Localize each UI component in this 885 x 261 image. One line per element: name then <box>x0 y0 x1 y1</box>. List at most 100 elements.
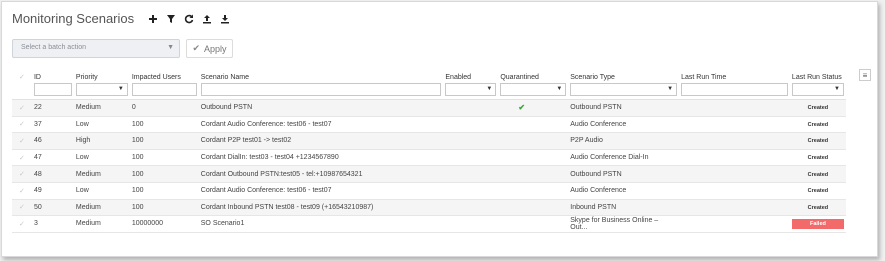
table-row[interactable]: ✓ 48 Medium 100 Cordant Outbound PSTN:test05… <box>12 165 846 183</box>
cell-status: Created <box>789 182 846 200</box>
status-badge: Created <box>807 188 829 195</box>
cell-id: 50 <box>31 199 74 217</box>
cell-quarantined <box>498 165 569 183</box>
col-enabled[interactable]: Enabled <box>443 68 498 81</box>
col-quarantined[interactable]: Quarantined <box>498 68 568 81</box>
batch-action-row: Select a batch action ▼ ✔ Apply <box>12 39 233 58</box>
cell-name: Cordant DialIn: test03 - test04 +1234567… <box>198 149 444 167</box>
cell-quarantined <box>498 132 569 150</box>
cell-users: 100 <box>129 165 199 183</box>
col-impacted-users[interactable]: Impacted Users <box>130 68 199 81</box>
status-badge: Created <box>807 204 829 211</box>
apply-label: Apply <box>204 43 227 54</box>
cell-users: 100 <box>129 199 199 217</box>
cell-id: 46 <box>31 132 74 150</box>
filter-scenario-type-select[interactable]: ▼ <box>570 83 678 96</box>
cell-id: 47 <box>31 149 74 167</box>
cell-status: Created <box>789 132 846 150</box>
table-row[interactable]: ✓ 22 Medium 0 Outbound PSTN ✔ Outbound PSTN Cre… <box>12 99 846 117</box>
scenarios-table: ✓ ID Priority Impacted Users Scenario Na… <box>12 68 846 233</box>
col-priority[interactable]: Priority <box>74 68 130 81</box>
filter-impacted-users-input[interactable] <box>131 83 197 96</box>
apply-button[interactable]: ✔ Apply <box>186 39 233 58</box>
cell-name: Cordant Audio Conference: test06 - test0… <box>198 182 444 200</box>
chevron-down-icon: ▼ <box>834 86 840 92</box>
add-icon[interactable] <box>146 12 160 26</box>
cell-last-run <box>679 132 790 150</box>
row-select-checkbox[interactable]: ✓ <box>12 99 32 117</box>
table-row[interactable]: ✓ 49 Low 100 Cordant Audio Conference: test0… <box>12 182 846 200</box>
chevron-down-icon: ▼ <box>167 44 174 51</box>
batch-action-select[interactable]: Select a batch action ▼ <box>12 39 180 58</box>
row-select-checkbox[interactable]: ✓ <box>12 116 32 134</box>
title-bar: Monitoring Scenarios <box>12 11 236 26</box>
filter-quarantined-select[interactable]: ▼ <box>500 83 567 96</box>
table-row[interactable]: ✓ 47 Low 100 Cordant DialIn: test03 - test04… <box>12 149 846 167</box>
cell-last-run <box>679 199 790 217</box>
cell-priority: Low <box>73 182 130 200</box>
filter-scenario-name-input[interactable] <box>200 83 442 96</box>
cell-status: Created <box>789 99 846 117</box>
table-body: ✓ 22 Medium 0 Outbound PSTN ✔ Outbound PSTN Cre… <box>12 99 846 233</box>
cell-id: 49 <box>31 182 74 200</box>
cell-status: Created <box>789 165 846 183</box>
batch-action-placeholder: Select a batch action <box>21 44 86 51</box>
status-badge: Created <box>807 121 829 128</box>
cell-name: Outbound PSTN <box>198 99 444 117</box>
col-id[interactable]: ID <box>32 68 74 81</box>
upload-icon[interactable] <box>200 12 214 26</box>
table-row[interactable]: ✓ 50 Medium 100 Cordant Inbound PSTN test08 … <box>12 199 846 217</box>
cell-enabled <box>443 165 499 183</box>
cell-type: Audio Conference <box>568 116 680 134</box>
row-select-checkbox[interactable]: ✓ <box>12 199 32 217</box>
filter-id-input[interactable] <box>33 83 72 96</box>
cell-id: 3 <box>31 215 74 233</box>
table-row[interactable]: ✓ 37 Low 100 Cordant Audio Conference: test0… <box>12 116 846 134</box>
filter-priority-select[interactable]: ▼ <box>75 83 128 96</box>
chevron-down-icon: ▼ <box>667 86 674 92</box>
filter-last-run-status-select[interactable]: ▼ <box>791 83 844 96</box>
cell-name: SO Scenario1 <box>198 215 444 233</box>
cell-last-run <box>679 116 790 134</box>
filter-spacer <box>12 81 32 100</box>
cell-type: P2P Audio <box>568 132 680 150</box>
cell-type: Audio Conference <box>568 182 680 200</box>
row-select-checkbox[interactable]: ✓ <box>12 215 32 233</box>
cell-priority: Low <box>73 116 130 134</box>
status-badge: Created <box>807 155 829 162</box>
filter-row: ▼ ▼ ▼ ▼ ▼ <box>12 81 846 100</box>
row-select-checkbox[interactable]: ✓ <box>12 149 32 167</box>
status-badge: Created <box>807 105 829 112</box>
cell-priority: Medium <box>73 199 130 217</box>
column-menu-icon[interactable]: ≡ <box>859 69 871 81</box>
select-all-checkbox[interactable]: ✓ <box>12 68 32 81</box>
download-icon[interactable] <box>218 12 232 26</box>
cell-id: 48 <box>31 165 74 183</box>
cell-users: 0 <box>129 99 199 117</box>
filter-last-run-time-input[interactable] <box>681 83 788 96</box>
col-scenario-name[interactable]: Scenario Name <box>199 68 444 81</box>
cell-enabled <box>443 215 499 233</box>
filter-icon[interactable] <box>164 12 178 26</box>
chevron-down-icon: ▼ <box>486 86 493 92</box>
col-last-run-time[interactable]: Last Run Time <box>679 68 790 81</box>
col-scenario-type[interactable]: Scenario Type <box>568 68 679 81</box>
cell-last-run <box>679 99 790 117</box>
table-row[interactable]: ✓ 46 High 100 Cordant P2P test01 -> test02 P2… <box>12 132 846 150</box>
cell-type: Audio Conference Dial-In <box>568 149 680 167</box>
row-select-checkbox[interactable]: ✓ <box>12 132 32 150</box>
cell-quarantined <box>498 215 569 233</box>
monitoring-scenarios-panel: Monitoring Scenarios Select a batch acti… <box>1 1 878 257</box>
row-select-checkbox[interactable]: ✓ <box>12 182 32 200</box>
cell-type: Outbound PSTN <box>568 165 680 183</box>
refresh-icon[interactable] <box>182 12 196 26</box>
cell-users: 100 <box>129 149 199 167</box>
col-last-run-status[interactable]: Last Run Status <box>790 68 846 81</box>
row-select-checkbox[interactable]: ✓ <box>12 165 32 183</box>
cell-enabled <box>443 199 499 217</box>
cell-last-run <box>679 165 790 183</box>
table-row[interactable]: ✓ 3 Medium 10000000 SO Scenario1 Skype for Bu… <box>12 215 846 233</box>
cell-name: Cordant P2P test01 -> test02 <box>198 132 444 150</box>
status-badge: Created <box>807 138 829 145</box>
filter-enabled-select[interactable]: ▼ <box>445 83 497 96</box>
